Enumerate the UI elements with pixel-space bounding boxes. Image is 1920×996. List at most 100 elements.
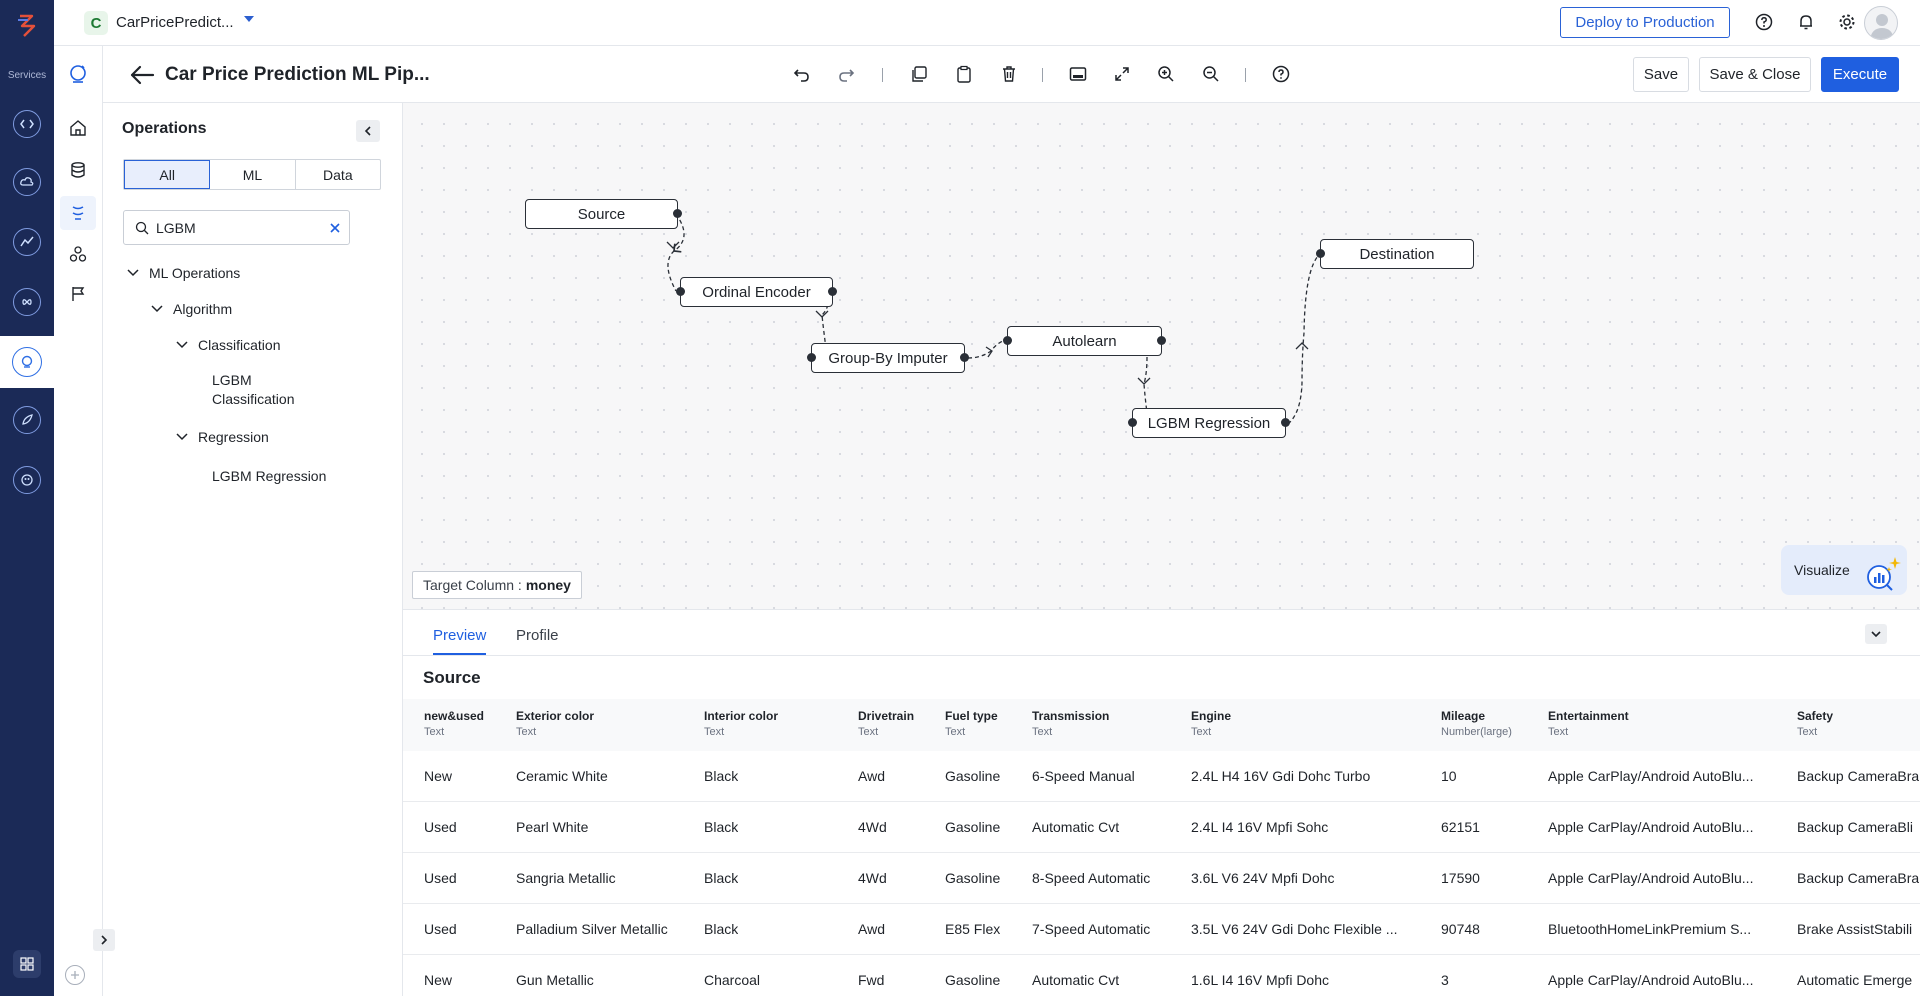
tree-node-regression[interactable]: Regression <box>176 429 269 445</box>
database-icon[interactable] <box>66 158 90 182</box>
save-button[interactable]: Save <box>1633 57 1689 92</box>
input-port[interactable] <box>1316 249 1325 258</box>
output-port[interactable] <box>1157 336 1166 345</box>
node-destination[interactable]: Destination <box>1316 239 1474 269</box>
table-cell: Palladium Silver Metallic <box>516 921 668 937</box>
column-name: Mileage <box>1441 709 1486 723</box>
node-group-by-imputer[interactable]: Group-By Imputer <box>807 343 969 373</box>
target-column-chip[interactable]: Target Column : money <box>412 571 582 599</box>
filter-ml[interactable]: ML <box>210 160 296 189</box>
notification-bell-icon[interactable] <box>1796 12 1816 32</box>
output-port[interactable] <box>1281 418 1290 427</box>
pipeline-canvas[interactable]: Source Ordinal Encoder Group-By Imputer … <box>403 103 1920 610</box>
deployments-flag-icon[interactable] <box>66 282 90 306</box>
output-port[interactable] <box>960 353 969 362</box>
collapse-panel-button[interactable] <box>356 120 380 142</box>
expand-sidebar-button[interactable] <box>93 929 115 951</box>
column-header[interactable]: Fuel type Text <box>945 709 998 738</box>
copy-icon[interactable] <box>907 62 931 86</box>
settings-gear-icon[interactable] <box>1837 12 1857 32</box>
back-arrow-icon[interactable] <box>129 64 155 86</box>
column-header[interactable]: Safety Text <box>1797 709 1833 738</box>
clear-search-icon[interactable] <box>327 220 343 236</box>
table-cell: 4Wd <box>858 819 887 835</box>
table-row[interactable]: Used Sangria Metallic Black 4Wd Gasoline 8-Sp… <box>403 853 1920 904</box>
tree-node-classification[interactable]: Classification <box>176 337 280 353</box>
service-cloud-icon[interactable] <box>13 168 41 196</box>
undo-icon[interactable] <box>790 62 814 86</box>
output-port[interactable] <box>673 209 682 218</box>
column-header[interactable]: Transmission Text <box>1032 709 1109 738</box>
column-type: Text <box>1191 726 1212 738</box>
project-name[interactable]: CarPricePredict... <box>116 14 234 31</box>
table-row[interactable]: Used Palladium Silver Metallic Black Awd E85… <box>403 904 1920 955</box>
input-port[interactable] <box>1128 418 1137 427</box>
apps-grid-icon[interactable] <box>13 950 41 978</box>
output-port[interactable] <box>828 287 837 296</box>
tree-leaf-lgbm-classification[interactable]: LGBM Classification <box>212 371 294 409</box>
table-cell: Pearl White <box>516 819 589 835</box>
zoom-out-icon[interactable] <box>1199 62 1223 86</box>
visualize-button[interactable]: Visualize <box>1781 545 1907 595</box>
node-lgbm-regression[interactable]: LGBM Regression <box>1128 408 1290 438</box>
table-cell: Gun Metallic <box>516 972 594 988</box>
column-header[interactable]: Interior color Text <box>704 709 778 738</box>
tab-preview[interactable]: Preview <box>433 627 487 655</box>
tree-node-ml-operations[interactable]: ML Operations <box>127 265 240 281</box>
pipeline-icon[interactable] <box>60 196 96 230</box>
execute-button[interactable]: Execute <box>1821 57 1899 92</box>
service-ml-active-icon[interactable] <box>0 336 54 388</box>
service-analytics-icon[interactable] <box>13 228 41 256</box>
node-source[interactable]: Source <box>525 199 682 229</box>
input-port[interactable] <box>676 287 685 296</box>
minimap-icon[interactable] <box>1066 62 1090 86</box>
column-header[interactable]: Exterior color Text <box>516 709 594 738</box>
service-code-icon[interactable] <box>13 110 41 138</box>
table-cell: Backup CameraBra <box>1797 870 1920 886</box>
collapse-preview-chevron-icon[interactable] <box>1865 624 1887 644</box>
paste-icon[interactable] <box>952 62 976 86</box>
tree-leaf-lgbm-regression[interactable]: LGBM Regression <box>212 468 326 484</box>
tree-node-algorithm[interactable]: Algorithm <box>151 301 232 317</box>
zoom-in-icon[interactable] <box>1154 62 1178 86</box>
table-row[interactable]: New Ceramic White Black Awd Gasoline 6-Speed … <box>403 751 1920 802</box>
user-avatar[interactable] <box>1864 6 1898 40</box>
column-header[interactable]: new&used Text <box>424 709 484 738</box>
table-row[interactable]: Used Pearl White Black 4Wd Gasoline Automatic… <box>403 802 1920 853</box>
help-icon[interactable] <box>1754 12 1774 32</box>
fit-to-screen-icon[interactable] <box>1110 62 1134 86</box>
ml-module-icon[interactable] <box>66 62 90 86</box>
node-ordinal-encoder[interactable]: Ordinal Encoder <box>676 277 837 307</box>
project-dropdown-caret-icon[interactable] <box>244 16 254 22</box>
column-header[interactable]: Drivetrain Text <box>858 709 914 738</box>
tab-profile[interactable]: Profile <box>516 627 559 653</box>
filter-data[interactable]: Data <box>296 160 380 189</box>
deploy-to-production-button[interactable]: Deploy to Production <box>1560 7 1730 38</box>
table-cell: Automatic Cvt <box>1032 819 1120 835</box>
delete-trash-icon[interactable] <box>997 62 1021 86</box>
input-port[interactable] <box>1003 336 1012 345</box>
table-cell: Apple CarPlay/Android AutoBlu... <box>1548 972 1754 988</box>
redo-icon[interactable] <box>834 62 858 86</box>
home-icon[interactable] <box>66 116 90 140</box>
node-autolearn[interactable]: Autolearn <box>1003 326 1166 356</box>
service-rocket-icon[interactable] <box>13 406 41 434</box>
service-brain-icon[interactable] <box>13 466 41 494</box>
search-input[interactable] <box>156 218 316 238</box>
help-circle-icon[interactable] <box>1269 62 1293 86</box>
app-logo-icon[interactable] <box>12 10 42 40</box>
column-header[interactable]: Mileage Number(large) <box>1441 709 1512 738</box>
column-name: Drivetrain <box>858 709 915 723</box>
table-row[interactable]: New Gun Metallic Charcoal Fwd Gasoline Automa… <box>403 955 1920 996</box>
input-port[interactable] <box>807 353 816 362</box>
column-header[interactable]: Entertainment Text <box>1548 709 1629 738</box>
column-header[interactable]: Engine Text <box>1191 709 1231 738</box>
column-type: Text <box>704 726 725 738</box>
services-rail: Services <box>0 0 54 996</box>
service-infinity-icon[interactable] <box>13 288 41 316</box>
models-icon[interactable] <box>66 242 90 266</box>
save-and-close-button[interactable]: Save & Close <box>1699 57 1811 92</box>
filter-all[interactable]: All <box>124 160 211 189</box>
add-plus-icon[interactable] <box>65 965 85 985</box>
table-cell: Awd <box>858 768 885 784</box>
